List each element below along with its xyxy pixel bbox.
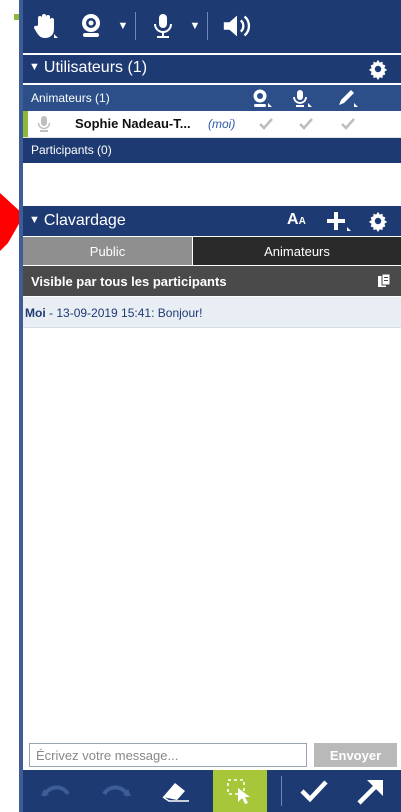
message-input[interactable] <box>29 743 307 767</box>
users-panel-title: Utilisateurs (1) <box>43 59 148 76</box>
undo-icon[interactable] <box>35 770 77 812</box>
send-button[interactable]: Envoyer <box>314 743 397 767</box>
user-name: Sophie Nadeau-T... <box>75 116 191 131</box>
users-panel-header[interactable]: ▼ Utilisateurs (1) <box>23 55 401 83</box>
visibility-bar: Visible par tous les participants <box>23 266 401 296</box>
left-edge-marker <box>14 14 19 20</box>
message-separator: - <box>45 306 57 320</box>
side-panel: ▼ ▼ ▼ Utilisateurs (1) Animateurs (1) Sop… <box>23 0 401 812</box>
animators-group-header: Animateurs (1) <box>23 85 401 111</box>
microphone-caret-icon[interactable]: ▼ <box>187 10 203 42</box>
redo-icon[interactable] <box>95 770 137 812</box>
chat-settings-gear-icon[interactable] <box>367 210 389 232</box>
collapse-triangle-icon[interactable]: ▼ <box>29 61 40 73</box>
visibility-text: Visible par tous les participants <box>31 274 227 289</box>
webcam-check-icon[interactable] <box>259 118 273 130</box>
toolbar-divider <box>135 12 136 40</box>
user-self-tag: (moi) <box>208 117 236 131</box>
participants-label: Participants (0) <box>31 143 112 157</box>
pencil-column-icon <box>339 90 358 107</box>
hand-icon[interactable] <box>29 10 61 42</box>
collapse-triangle-icon[interactable]: ▼ <box>29 214 40 226</box>
webcam-icon[interactable] <box>75 10 107 42</box>
animators-label: Animateurs (1) <box>31 91 110 105</box>
pencil-check-icon[interactable] <box>341 118 355 130</box>
message-text: Bonjour! <box>154 306 203 320</box>
tab-public[interactable]: Public <box>23 237 192 265</box>
presence-indicator <box>23 111 28 137</box>
users-settings-gear-icon[interactable] <box>367 58 389 80</box>
chat-message-area <box>23 328 401 738</box>
message-timestamp: 13-09-2019 15:41: <box>56 306 155 320</box>
microphone-icon[interactable] <box>147 10 179 42</box>
webcam-column-icon <box>253 89 272 107</box>
check-icon[interactable] <box>293 770 335 812</box>
participants-group-header: Participants (0) <box>23 138 401 163</box>
select-icon[interactable] <box>213 770 267 812</box>
tab-animateurs[interactable]: Animateurs <box>193 237 401 265</box>
user-row[interactable]: Sophie Nadeau-T... (moi) <box>23 111 401 138</box>
message-author: Moi <box>25 306 46 320</box>
add-icon[interactable] <box>326 211 352 233</box>
font-size-button[interactable]: AA <box>287 211 306 229</box>
toolbar-divider <box>207 12 208 40</box>
top-toolbar: ▼ ▼ <box>23 0 401 53</box>
toolbar-divider <box>281 776 282 806</box>
user-microphone-icon[interactable] <box>37 115 51 133</box>
microphone-column-icon <box>293 90 312 107</box>
chat-panel-header[interactable]: ▼ Clavardage AA <box>23 206 401 236</box>
eraser-icon[interactable] <box>155 770 197 812</box>
chat-message: Moi - 13-09-2019 15:41: Bonjour! <box>23 297 401 328</box>
microphone-check-icon[interactable] <box>299 118 313 130</box>
compose-bar: Envoyer <box>23 740 401 770</box>
chat-panel-title: Clavardage <box>43 212 126 229</box>
webcam-caret-icon[interactable]: ▼ <box>115 10 131 42</box>
copy-icon[interactable] <box>377 273 391 289</box>
speaker-icon[interactable] <box>221 10 253 42</box>
bottom-toolbar <box>23 770 401 812</box>
arrow-icon[interactable] <box>349 770 391 812</box>
